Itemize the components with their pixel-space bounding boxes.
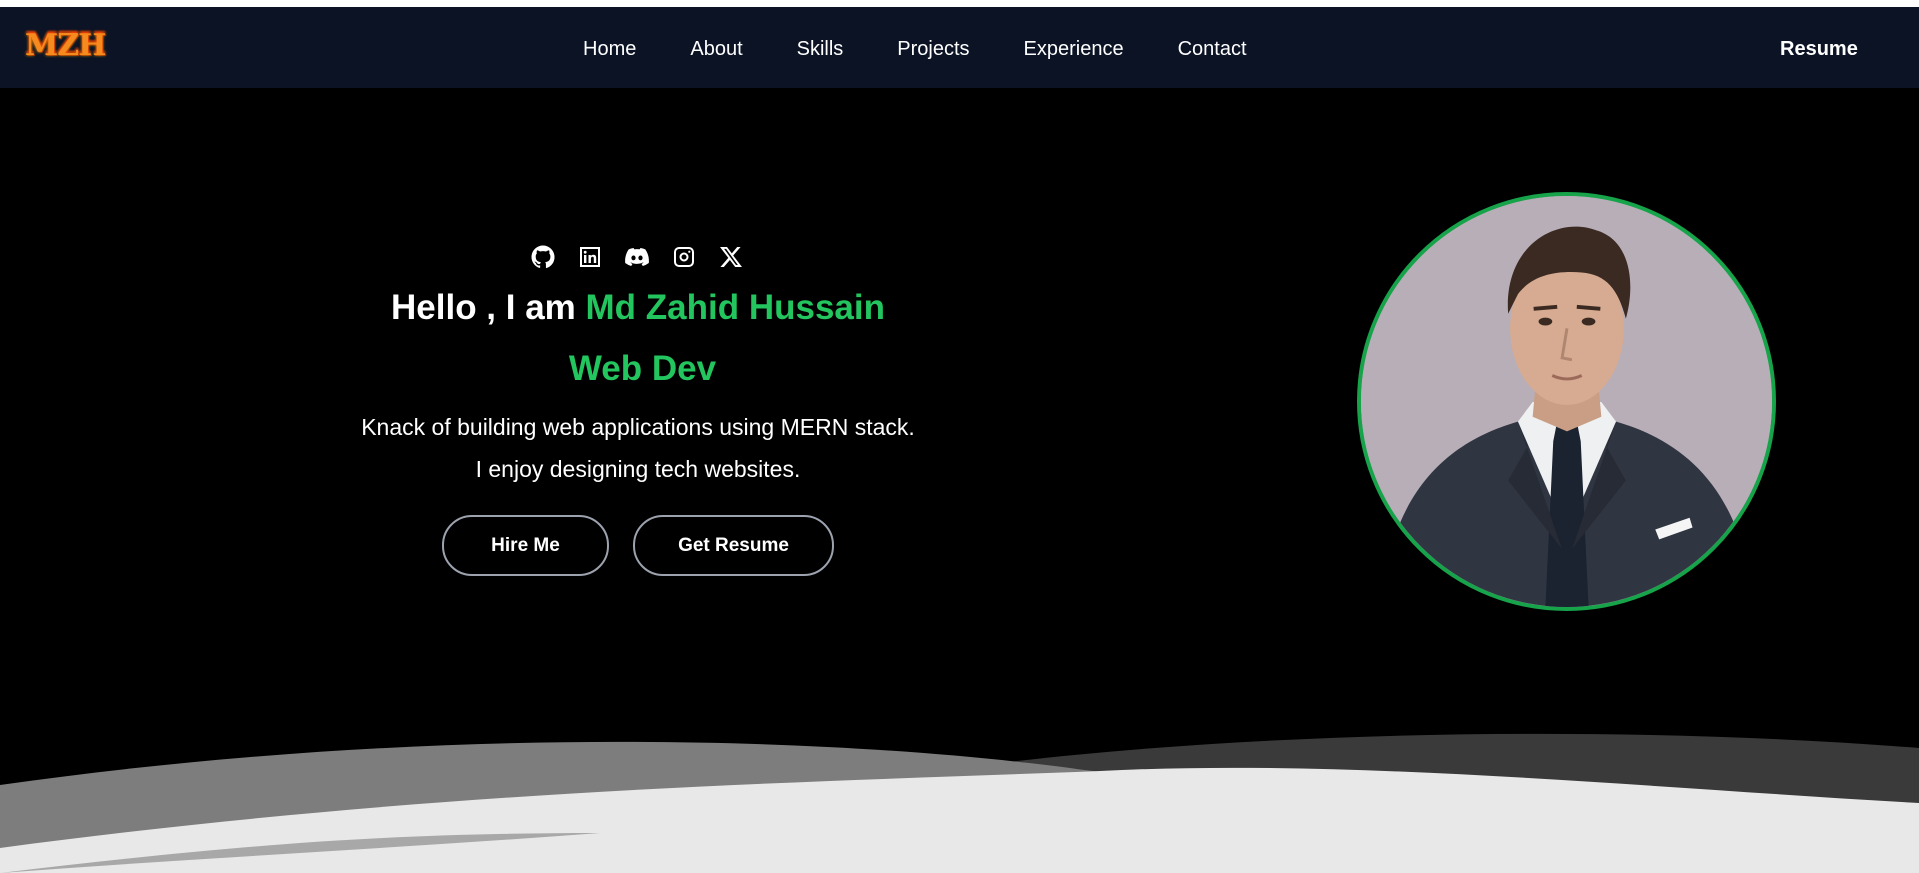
profile-avatar <box>1357 192 1776 611</box>
greeting-prefix: Hello , I am <box>391 288 586 327</box>
hero-tagline-line1: Knack of building web applications using… <box>361 414 915 440</box>
hero-greeting: Hello , I am Md Zahid Hussain <box>0 286 1276 330</box>
discord-icon[interactable] <box>624 244 649 269</box>
github-icon[interactable] <box>530 244 555 269</box>
get-resume-button[interactable]: Get Resume <box>633 515 834 576</box>
social-links <box>530 244 743 269</box>
nav-link-about[interactable]: About <box>690 37 742 61</box>
nav-link-experience[interactable]: Experience <box>1024 37 1124 61</box>
hero-section: Hello , I am Md Zahid Hussain Web Dev Kn… <box>0 88 1919 873</box>
hero-name: Md Zahid Hussain <box>585 288 885 327</box>
nav-links: Home About Skills Projects Experience Co… <box>583 37 1247 61</box>
navbar: MZH Home About Skills Projects Experienc… <box>0 7 1919 88</box>
hire-me-button[interactable]: Hire Me <box>442 515 609 576</box>
top-strip <box>0 0 1919 7</box>
nav-resume-link[interactable]: Resume <box>1780 37 1858 61</box>
hero-role: Web Dev <box>568 349 717 388</box>
nav-link-home[interactable]: Home <box>583 37 636 61</box>
nav-link-contact[interactable]: Contact <box>1178 37 1247 61</box>
instagram-icon[interactable] <box>671 244 696 269</box>
nav-link-skills[interactable]: Skills <box>797 37 844 61</box>
decorative-waves <box>0 733 1919 873</box>
linkedin-icon[interactable] <box>577 244 602 269</box>
x-icon[interactable] <box>718 244 743 269</box>
hero-tagline-line2: I enjoy designing tech websites. <box>475 456 801 482</box>
site-logo[interactable]: MZH <box>25 31 106 61</box>
nav-link-projects[interactable]: Projects <box>897 37 969 61</box>
